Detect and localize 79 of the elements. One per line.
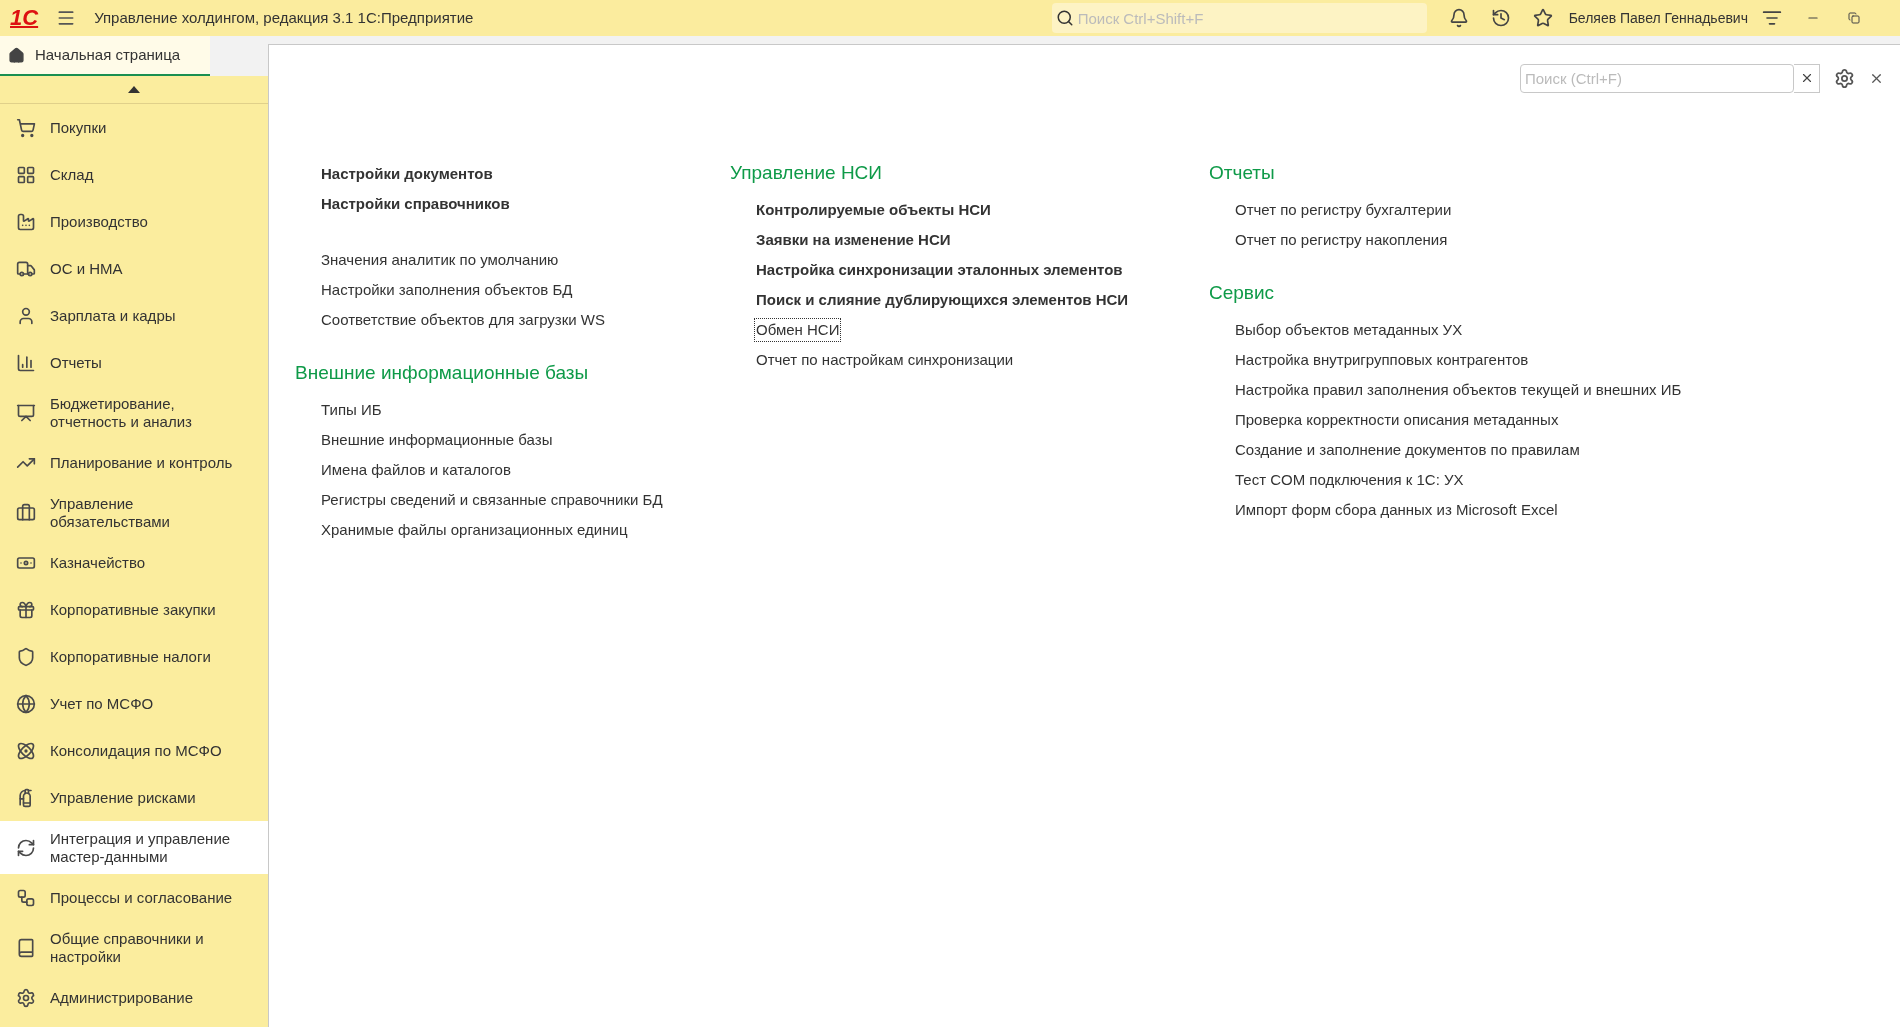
app-logo: 1С xyxy=(10,7,39,29)
section-link[interactable]: Импорт форм сбора данных из Microsoft Excel xyxy=(1234,498,1559,522)
section-link[interactable]: Отчет по настройкам синхронизации xyxy=(755,348,1015,372)
bell-icon[interactable] xyxy=(1448,8,1469,28)
section-heading: Управление НСИ xyxy=(730,161,882,185)
home-tab[interactable]: Начальная страница xyxy=(0,36,210,76)
section-link[interactable]: Заявки на изменение НСИ xyxy=(755,228,952,252)
sidebar-item[interactable]: Корпоративные закупки xyxy=(0,586,268,633)
atom-icon xyxy=(16,740,36,761)
briefcase-icon xyxy=(16,502,36,523)
section-link[interactable]: Настройка внутригрупповых контрагентов xyxy=(1234,348,1530,372)
settings-icon[interactable] xyxy=(1834,67,1855,89)
factory-icon xyxy=(16,211,36,232)
caret-up-icon xyxy=(128,86,140,93)
section-link[interactable]: Настройка синхронизации эталонных элементов xyxy=(755,258,1124,282)
sidebar-item[interactable]: ОС и НМА xyxy=(0,245,268,292)
history-icon[interactable] xyxy=(1490,8,1511,28)
section-link[interactable]: Имена файлов и каталогов xyxy=(320,458,512,482)
sidebar-item[interactable]: Общие справочники и настройки xyxy=(0,921,268,974)
section-link[interactable]: Внешние информационные базы xyxy=(320,428,554,452)
home-icon xyxy=(8,46,25,64)
section-link[interactable]: Соответствие объектов для загрузки WS xyxy=(320,308,606,332)
sidebar-item[interactable]: Консолидация по МСФО xyxy=(0,727,268,774)
shield-icon xyxy=(16,646,36,667)
section-link[interactable]: Проверка корректности описания метаданных xyxy=(1234,408,1560,432)
bar-chart-icon xyxy=(16,352,36,373)
sidebar-item[interactable]: Управление рисками xyxy=(0,774,268,821)
section-link[interactable]: Настройки заполнения объектов БД xyxy=(320,278,574,302)
window-title: Управление холдингом, редакция 3.1 1С:Предприятие xyxy=(94,7,474,28)
workflow-icon xyxy=(16,887,36,908)
sidebar-item[interactable]: Процессы и согласование xyxy=(0,874,268,921)
sidebar-item[interactable]: Зарплата и кадры xyxy=(0,292,268,339)
sidebar-item[interactable]: Казначейство xyxy=(0,539,268,586)
gear-icon xyxy=(16,987,36,1008)
section-link[interactable]: Выбор объектов метаданных УХ xyxy=(1234,318,1464,342)
sidebar-item[interactable]: Бюджетирование, отчетность и анализ xyxy=(0,386,268,439)
book-icon xyxy=(16,937,36,958)
search-field[interactable]: Поиск Ctrl+Shift+F xyxy=(1051,3,1427,33)
cart-icon xyxy=(16,117,36,138)
section-link[interactable]: Настройка правил заполнения объектов текущей и внешних ИБ xyxy=(1234,378,1683,402)
sidebar-item[interactable]: Учет по МСФО xyxy=(0,680,268,727)
section-heading: Сервис xyxy=(1209,281,1275,305)
sidebar-item[interactable]: Планирование и контроль xyxy=(0,439,268,486)
refresh-icon xyxy=(16,837,36,858)
section-link[interactable]: Поиск и слияние дублирующихся элементов НСИ xyxy=(755,288,1130,312)
restore-icon[interactable] xyxy=(1848,12,1860,24)
section-link[interactable]: Отчет по регистру накопления xyxy=(1234,228,1449,252)
gift-icon xyxy=(16,599,36,620)
search-icon xyxy=(1055,9,1074,27)
section-link[interactable]: Отчет по регистру бухгалтерии xyxy=(1234,198,1453,222)
section-link[interactable]: Значения аналитик по умолчанию xyxy=(320,248,560,272)
section-heading: Отчеты xyxy=(1209,161,1275,185)
section-link[interactable]: Регистры сведений и связанные справочники БД xyxy=(320,488,664,512)
section-link[interactable]: Настройки документов xyxy=(320,162,494,186)
section-link[interactable]: Хранимые файлы организационных единиц xyxy=(320,518,629,542)
sidebar-item[interactable]: Администрирование xyxy=(0,974,268,1021)
clear-button[interactable] xyxy=(1794,63,1820,93)
section-link[interactable]: Создание и заполнение документов по правилам xyxy=(1234,438,1581,462)
sidebar-item[interactable]: Корпоративные налоги xyxy=(0,633,268,680)
user-name[interactable]: Беляев Павел Геннадьевич xyxy=(1568,7,1748,29)
sidebar-item[interactable]: Покупки xyxy=(0,104,268,151)
section-link[interactable]: Тест COM подключения к 1С: УХ xyxy=(1234,468,1465,492)
grid-icon xyxy=(16,164,36,185)
sidebar-item[interactable]: Производство xyxy=(0,198,268,245)
section-heading: Внешние информационные базы xyxy=(295,361,589,385)
sidebar-item[interactable]: Управление обязательствами xyxy=(0,486,268,539)
person-icon xyxy=(16,305,36,326)
section-link[interactable]: Типы ИБ xyxy=(320,398,383,422)
chart-board-icon xyxy=(16,402,36,423)
section-link[interactable]: Настройки справочников xyxy=(320,192,511,216)
form-search-field[interactable]: Поиск (Ctrl+F) xyxy=(1520,63,1794,93)
section-link[interactable]: Обмен НСИ xyxy=(755,318,841,342)
section-link[interactable]: Контролируемые объекты НСИ xyxy=(755,198,992,222)
filter-icon[interactable] xyxy=(1762,8,1782,28)
globe-icon xyxy=(16,693,36,714)
sidebar-item[interactable]: Склад xyxy=(0,151,268,198)
sidebar-item[interactable]: Отчеты xyxy=(0,339,268,386)
sidebar-item[interactable]: Интеграция и управление мастер-данными xyxy=(0,821,268,874)
star-icon[interactable] xyxy=(1532,8,1553,28)
